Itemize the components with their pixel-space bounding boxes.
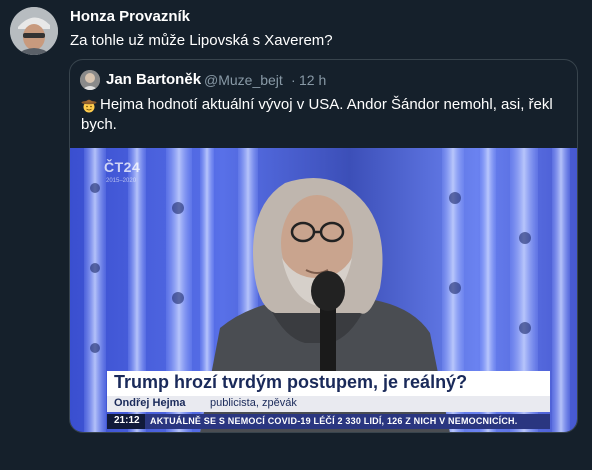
quoted-author-name[interactable]: Jan Bartoněk — [106, 71, 201, 88]
channel-logo: ČT24 — [104, 159, 141, 175]
person-name: Ondřej Hejma — [114, 397, 186, 409]
quoted-tweet[interactable]: Jan Bartoněk @Muze_bejt · 12 h Hejma hod… — [69, 59, 578, 433]
cowboy-hat-face-icon — [81, 97, 97, 113]
ticker-time: 21:12 — [114, 415, 140, 426]
quoted-tweet-text-line-2: bych. — [81, 116, 117, 133]
tweet-text: Za tohle už může Lipovská s Xaverem? — [70, 32, 333, 49]
person-role: publicista, zpěvák — [210, 397, 297, 409]
quoted-author-avatar[interactable] — [80, 70, 100, 90]
channel-sub: 2015–2020 — [106, 178, 137, 184]
quoted-tweet-time[interactable]: 12 h — [299, 72, 326, 88]
author-avatar[interactable] — [10, 7, 58, 55]
video-frame-image[interactable]: ČT24 2015–2020 Trump hrozí tvrdým postup… — [70, 148, 577, 432]
headline: Trump hrozí tvrdým postupem, je reálný? — [114, 372, 468, 392]
ticker-text: AKTUÁLNĚ SE S NEMOCÍ COVID-19 LÉČÍ 2 330… — [150, 416, 518, 426]
quoted-author-handle[interactable]: @Muze_bejt — [204, 72, 283, 88]
separator-dot: · — [291, 72, 296, 88]
quoted-tweet-text-line-1: Hejma hodnotí aktuální vývoj v USA. Ando… — [100, 96, 553, 113]
author-name[interactable]: Honza Provazník — [70, 8, 190, 25]
